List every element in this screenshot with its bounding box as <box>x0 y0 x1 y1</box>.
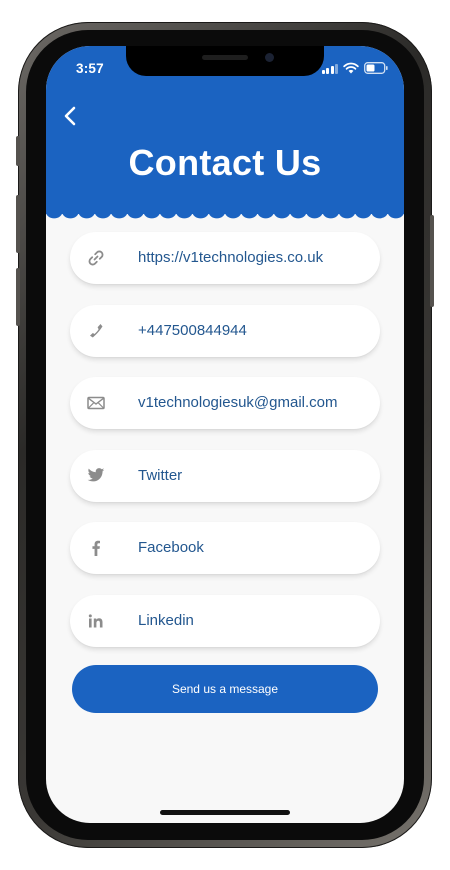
website-link-card[interactable]: https://v1technologies.co.uk <box>70 232 380 284</box>
linkedin-icon <box>86 611 106 631</box>
status-time: 3:57 <box>76 61 104 76</box>
twitter-card[interactable]: Twitter <box>70 449 380 502</box>
send-message-button[interactable]: Send us a message <box>72 665 378 713</box>
facebook-icon <box>86 538 106 558</box>
wifi-icon <box>343 62 359 74</box>
email-card[interactable]: v1technologiesuk@gmail.com <box>70 377 380 429</box>
battery-icon <box>364 62 388 74</box>
speaker-grille <box>202 55 248 60</box>
linkedin-label: Linkedin <box>138 611 194 629</box>
silent-switch <box>16 136 20 166</box>
front-camera <box>265 53 274 62</box>
facebook-card[interactable]: Facebook <box>70 522 380 574</box>
scalloped-edge <box>46 206 404 219</box>
link-icon <box>86 248 106 268</box>
notch <box>126 46 324 76</box>
envelope-icon <box>86 393 106 413</box>
twitter-icon <box>86 466 106 486</box>
contact-list: https://v1technologies.co.uk +4475008449… <box>70 232 380 667</box>
email-label: v1technologiesuk@gmail.com <box>138 394 338 411</box>
app-screen: 3:57 Contact Us https://v1technologies.c… <box>46 46 404 823</box>
power-button <box>430 215 434 307</box>
phone-card[interactable]: +447500844944 <box>70 304 380 357</box>
status-icons <box>321 62 389 74</box>
phone-icon <box>86 321 106 341</box>
home-indicator <box>160 810 290 815</box>
linkedin-card[interactable]: Linkedin <box>70 594 380 647</box>
back-button[interactable] <box>58 104 82 128</box>
signal-icon <box>321 63 338 74</box>
website-label: https://v1technologies.co.uk <box>138 249 324 266</box>
volume-down-button <box>16 268 20 326</box>
page-title: Contact Us <box>128 142 322 183</box>
volume-up-button <box>16 195 20 253</box>
twitter-label: Twitter <box>138 466 183 484</box>
facebook-label: Facebook <box>138 539 204 556</box>
chevron-left-icon <box>64 106 76 126</box>
phone-label: +447500844944 <box>138 321 247 339</box>
